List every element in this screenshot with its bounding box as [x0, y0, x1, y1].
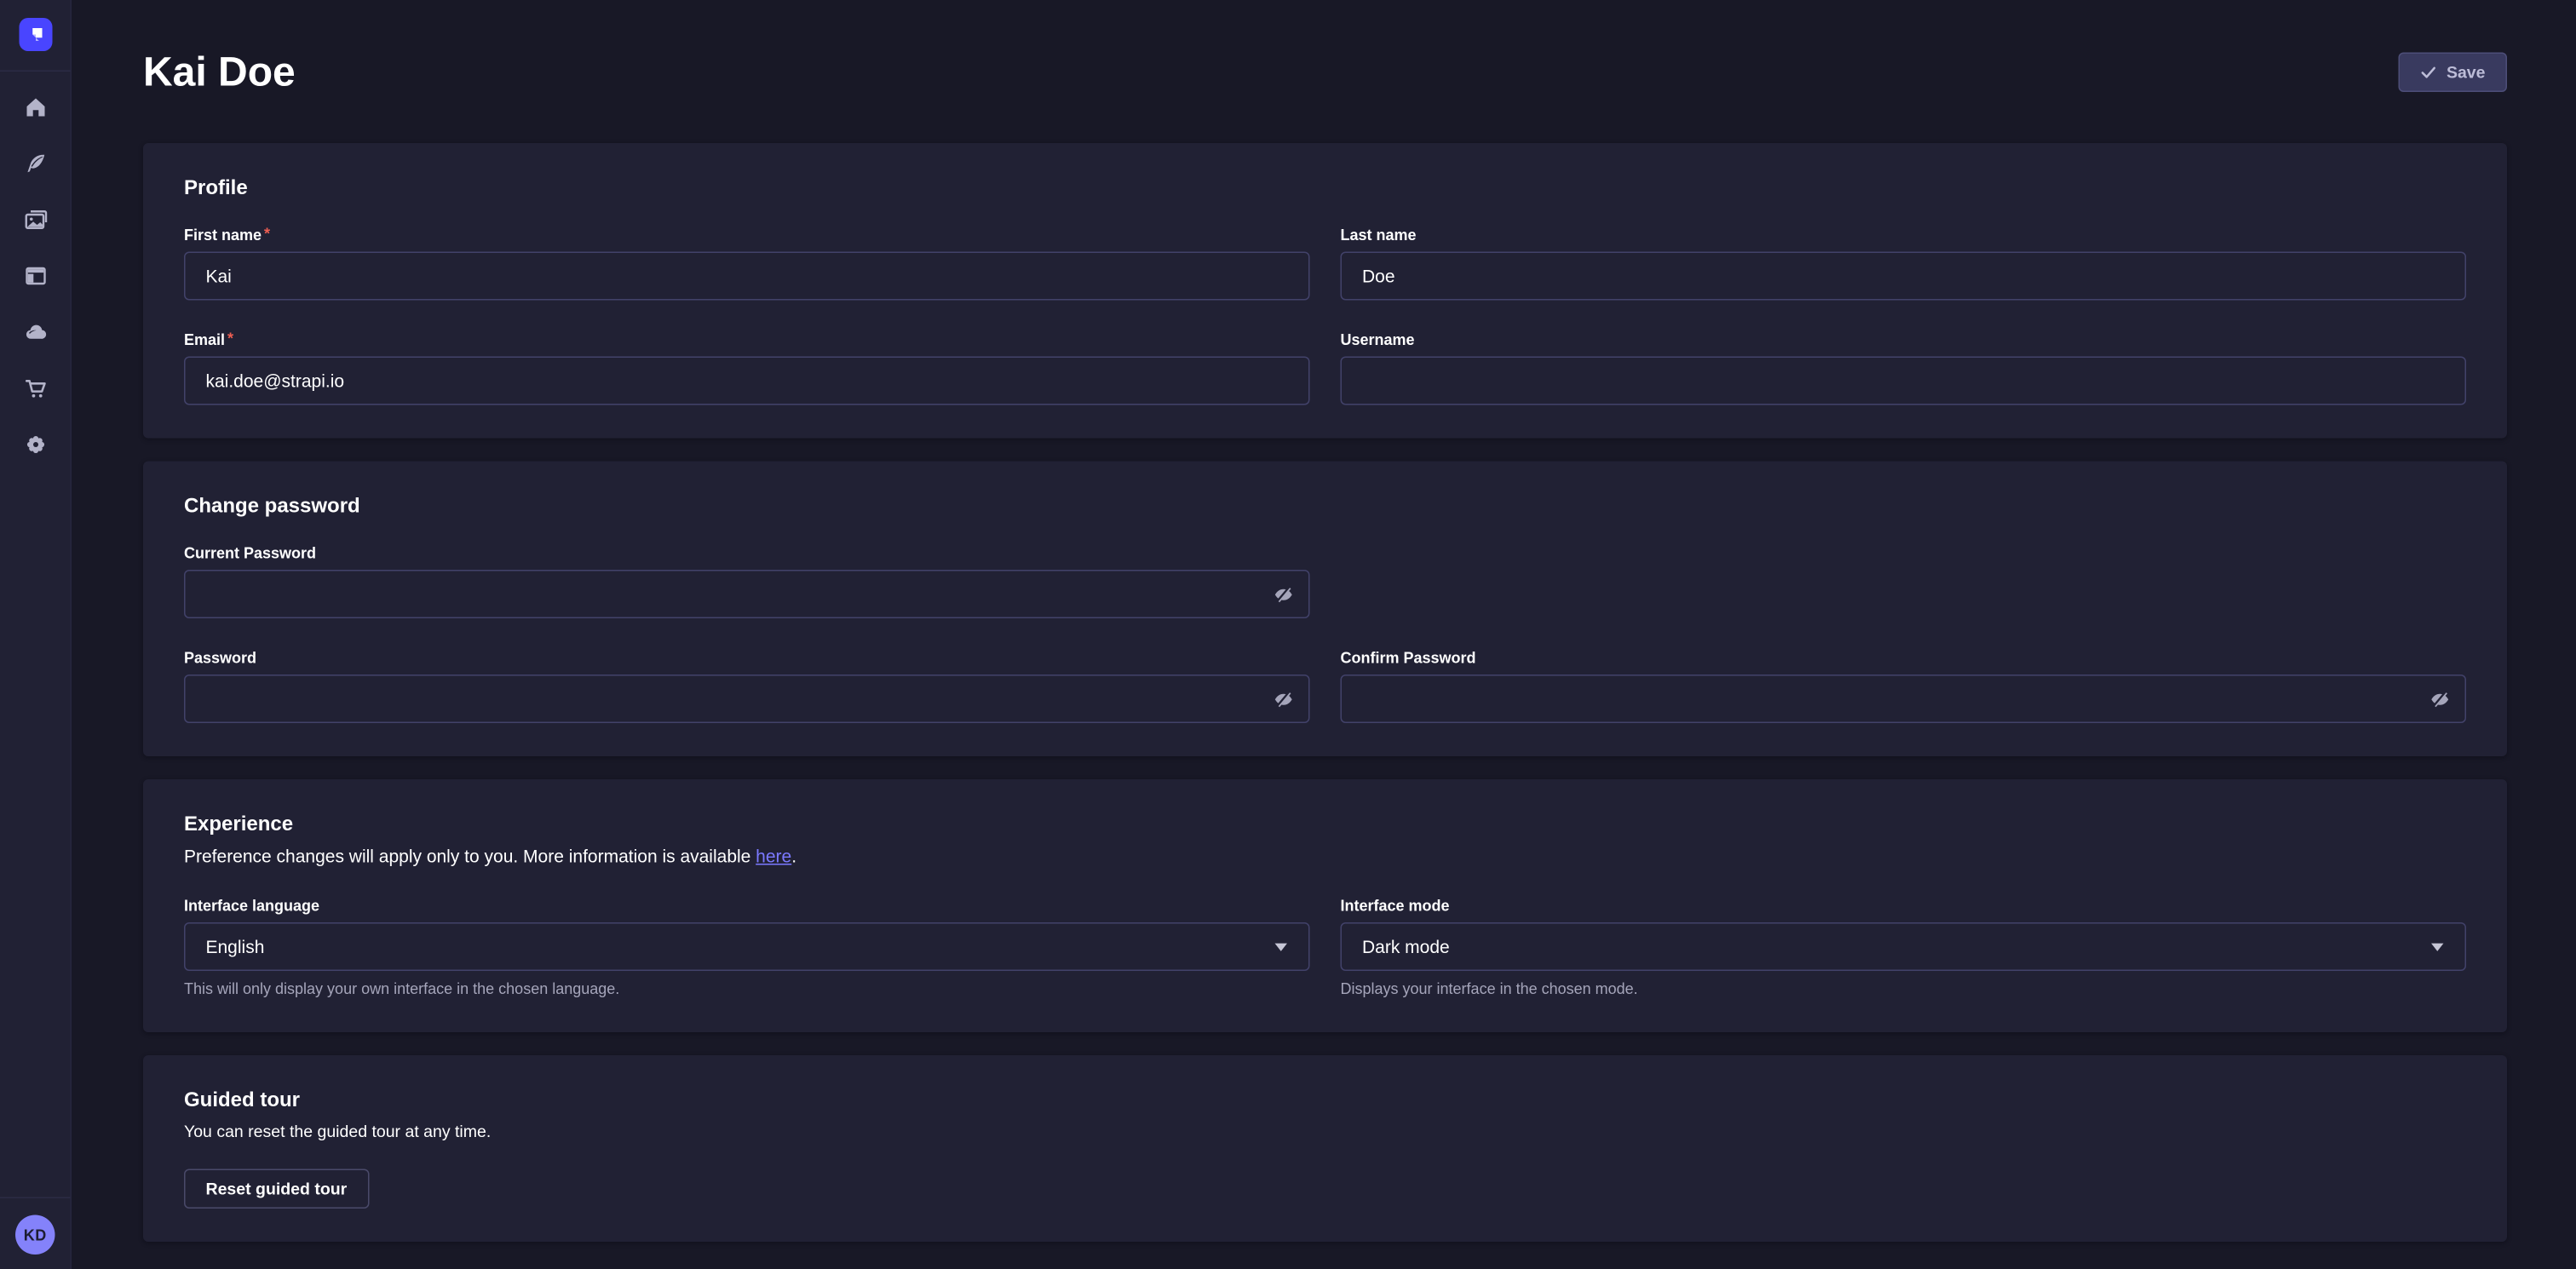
change-password-grid-spacer: [1341, 544, 2467, 618]
first-name-field-group: First name *: [184, 227, 1310, 301]
user-avatar[interactable]: KD: [15, 1215, 55, 1255]
strapi-logo[interactable]: [19, 18, 52, 51]
email-label: Email: [184, 331, 225, 351]
required-asterisk: *: [227, 331, 233, 348]
interface-mode-select[interactable]: Dark mode: [1341, 922, 2467, 971]
password-label: Password: [184, 649, 256, 669]
check-icon: [2419, 63, 2436, 80]
sidebar: KD: [0, 0, 72, 1269]
settings-icon: [22, 432, 48, 457]
app-root: KD Kai Doe Save Profile First name *: [0, 0, 2576, 1269]
main-content: Kai Doe Save Profile First name *: [72, 0, 2576, 1269]
sidebar-nav: [9, 84, 60, 478]
sidebar-top-divider: [0, 71, 71, 72]
last-name-label: Last name: [1341, 227, 1417, 246]
toggle-current-password-visibility-button[interactable]: [1270, 582, 1296, 607]
sidebar-item-cloud[interactable]: [9, 309, 60, 355]
required-asterisk: *: [264, 227, 270, 244]
username-field-group: Username: [1341, 331, 2467, 405]
page-title: Kai Doe: [143, 46, 296, 97]
sidebar-item-settings[interactable]: [9, 422, 60, 468]
save-button[interactable]: Save: [2398, 52, 2507, 92]
interface-mode-field-group: Interface mode Dark mode Displays your i…: [1341, 897, 2467, 999]
guided-tour-card: Guided tour You can reset the guided tou…: [143, 1055, 2507, 1242]
sidebar-item-content-manager[interactable]: [9, 141, 60, 187]
save-button-label: Save: [2447, 62, 2486, 82]
interface-mode-hint: Displays your interface in the chosen mo…: [1341, 980, 2467, 1000]
email-field-group: Email *: [184, 331, 1310, 405]
current-password-label: Current Password: [184, 544, 316, 564]
interface-language-hint: This will only display your own interfac…: [184, 980, 1310, 1000]
eye-off-icon: [2429, 688, 2451, 710]
interface-language-value: English: [206, 937, 265, 957]
first-name-input[interactable]: [184, 252, 1310, 301]
sidebar-item-home[interactable]: [9, 84, 60, 130]
interface-language-field-group: Interface language English This will onl…: [184, 897, 1310, 999]
current-password-input[interactable]: [184, 570, 1310, 618]
first-name-label: First name: [184, 227, 262, 246]
marketplace-icon: [22, 376, 48, 401]
experience-description-period: .: [791, 846, 796, 866]
experience-description-text: Preference changes will apply only to yo…: [184, 846, 756, 866]
sidebar-item-marketplace[interactable]: [9, 365, 60, 411]
toggle-password-visibility-button[interactable]: [1270, 686, 1296, 712]
chevron-down-icon: [1274, 942, 1289, 951]
confirm-password-label: Confirm Password: [1341, 649, 1476, 669]
username-label: Username: [1341, 331, 1415, 351]
confirm-password-input[interactable]: [1341, 675, 2467, 723]
experience-heading: Experience: [184, 813, 2466, 837]
eye-off-icon: [1272, 688, 1294, 710]
interface-language-label: Interface language: [184, 897, 319, 916]
last-name-field-group: Last name: [1341, 227, 2467, 301]
new-password-field-group: Password: [184, 649, 1310, 723]
last-name-input[interactable]: [1341, 252, 2467, 301]
email-input[interactable]: [184, 357, 1310, 405]
sidebar-bottom-divider: [0, 1197, 71, 1199]
password-input[interactable]: [184, 675, 1310, 723]
more-information-link[interactable]: here: [756, 846, 791, 866]
experience-description: Preference changes will apply only to yo…: [184, 845, 2466, 870]
profile-card: Profile First name * Last name: [143, 143, 2507, 439]
sidebar-item-content-type-builder[interactable]: [9, 253, 60, 299]
reset-guided-tour-button[interactable]: Reset guided tour: [184, 1169, 369, 1209]
content-manager-icon: [22, 151, 48, 176]
media-library-icon: [22, 207, 48, 233]
sidebar-item-media-library[interactable]: [9, 197, 60, 243]
interface-mode-label: Interface mode: [1341, 897, 1450, 916]
interface-mode-value: Dark mode: [1362, 937, 1450, 957]
profile-heading: Profile: [184, 176, 2466, 201]
strapi-logo-icon: [19, 18, 52, 51]
current-password-field-group: Current Password: [184, 544, 1310, 618]
content-type-builder-icon: [22, 263, 48, 289]
username-input[interactable]: [1341, 357, 2467, 405]
guided-tour-heading: Guided tour: [184, 1088, 2466, 1113]
confirm-password-field-group: Confirm Password: [1341, 649, 2467, 723]
experience-card: Experience Preference changes will apply…: [143, 779, 2507, 1032]
change-password-heading: Change password: [184, 495, 2466, 520]
page-header: Kai Doe Save: [143, 46, 2507, 97]
toggle-confirm-password-visibility-button[interactable]: [2427, 686, 2452, 712]
change-password-card: Change password Current Password: [143, 462, 2507, 757]
chevron-down-icon: [2430, 942, 2445, 951]
home-icon: [22, 95, 48, 120]
guided-tour-description: You can reset the guided tour at any tim…: [184, 1121, 2466, 1144]
cloud-icon: [22, 319, 48, 345]
interface-language-select[interactable]: English: [184, 922, 1310, 971]
eye-off-icon: [1272, 583, 1294, 606]
